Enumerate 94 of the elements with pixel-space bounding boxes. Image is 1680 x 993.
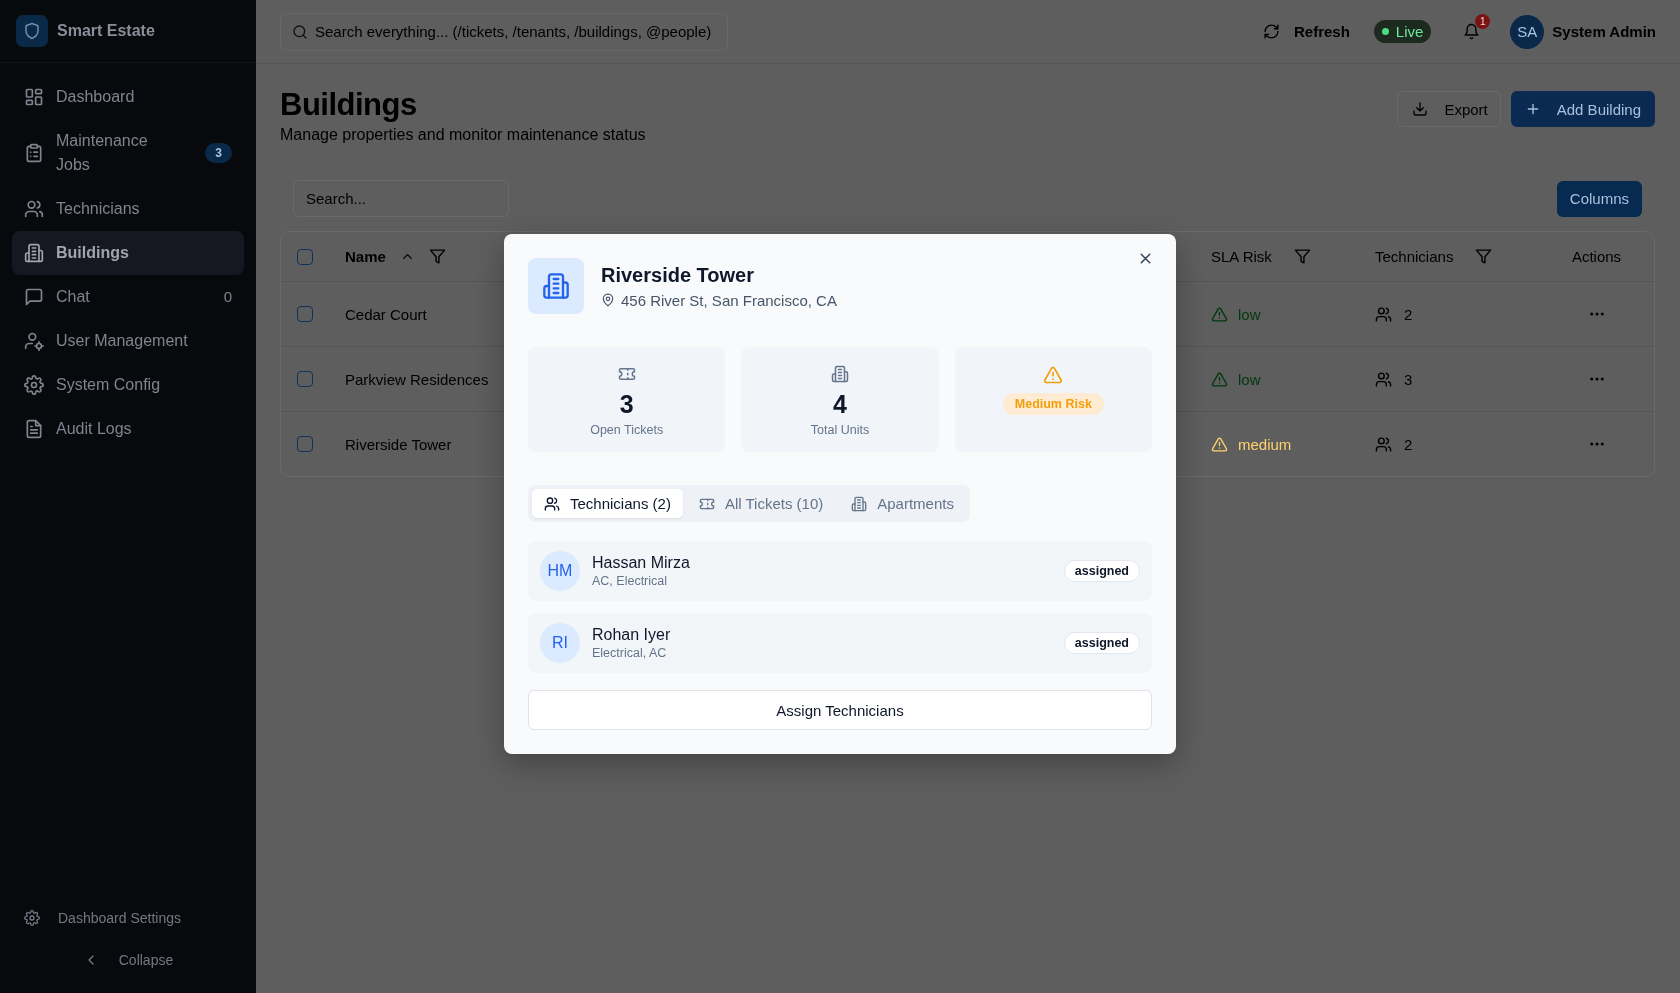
search-icon — [292, 23, 308, 40]
document-icon — [24, 419, 44, 439]
risk-label: low — [1238, 305, 1261, 323]
technician-name: Rohan Iyer — [592, 626, 672, 644]
users-icon — [24, 199, 44, 219]
users-icon — [1375, 435, 1392, 453]
column-header[interactable]: Actions — [1571, 248, 1622, 265]
checkbox[interactable] — [297, 306, 313, 322]
technician-skills: AC, Electrical — [592, 574, 669, 588]
users-icon — [1375, 305, 1392, 323]
brand-name: Smart Estate — [57, 22, 155, 40]
building-icon — [528, 258, 584, 314]
column-header[interactable]: Name — [345, 248, 386, 265]
user-name[interactable]: System Admin — [1552, 23, 1656, 40]
grid-icon — [24, 87, 44, 107]
sidebar-item[interactable]: System Config — [12, 363, 244, 407]
sidebar-item[interactable]: Audit Logs — [12, 407, 244, 451]
sidebar-item[interactable]: Chat 0 — [12, 275, 244, 319]
stat-value: 4 — [833, 389, 847, 419]
warning-icon — [1211, 370, 1228, 388]
stat-label: Total Units — [810, 423, 870, 437]
status-badge: assigned — [1063, 560, 1140, 582]
technician-name: Hassan Mirza — [592, 554, 691, 572]
count-badge: 3 — [205, 143, 232, 163]
refresh-button[interactable]: Refresh — [1252, 17, 1360, 46]
assign-technicians-button[interactable]: Assign Technicians — [528, 690, 1152, 730]
modal-title: Riverside Tower — [601, 263, 756, 287]
checkbox[interactable] — [297, 371, 313, 387]
users-icon — [544, 495, 560, 512]
settings-icon[interactable] — [24, 910, 40, 926]
tab[interactable]: Technicians (2) — [532, 489, 683, 518]
settings-icon — [24, 375, 44, 395]
search-field[interactable]: Search everything... (/tickets, /tenants, /buildings, @people) — [280, 12, 728, 51]
refresh-icon — [1262, 23, 1280, 40]
users-icon — [1375, 370, 1392, 388]
table-cell: 2 — [1404, 435, 1413, 453]
bell-icon[interactable] — [1463, 23, 1481, 40]
avatar[interactable]: SA — [1510, 14, 1545, 49]
table-cell: Parkview Residences — [345, 370, 489, 388]
checkbox[interactable] — [297, 248, 313, 265]
filter-icon[interactable] — [1293, 248, 1311, 265]
page-title: Buildings — [280, 86, 418, 124]
tab[interactable]: All Tickets (10) — [686, 489, 836, 518]
column-header[interactable]: SLA Risk — [1211, 248, 1272, 265]
technician-card[interactable]: RI Rohan Iyer Electrical, AC assigned — [528, 613, 1152, 673]
filter-icon[interactable] — [428, 248, 446, 265]
address-text: 456 River St, San Francisco, CA — [621, 291, 837, 309]
stat-label: Open Tickets — [590, 423, 664, 437]
status-badge: assigned — [1063, 632, 1140, 654]
status-label: Live — [1395, 23, 1424, 40]
warning-icon — [1211, 435, 1228, 453]
unread-count: 0 — [223, 287, 232, 307]
map-pin-icon — [601, 293, 615, 307]
warning-icon — [1043, 365, 1064, 385]
tab[interactable]: Apartments — [839, 489, 966, 518]
ticket-icon — [617, 365, 636, 383]
page-subtitle: Manage properties and monitor maintenance status — [280, 126, 646, 144]
clipboard-icon — [24, 143, 44, 163]
search-field[interactable]: Search... — [293, 180, 509, 217]
avatar: HM — [540, 551, 580, 591]
risk-label: medium — [1238, 435, 1292, 453]
warning-icon — [1211, 305, 1228, 323]
stat-value: 3 — [619, 389, 634, 419]
add-building-button[interactable]: Add Building — [1510, 91, 1655, 127]
table-cell: 2 — [1404, 305, 1413, 323]
column-header[interactable]: Technicians — [1375, 248, 1454, 265]
building-icon — [24, 243, 44, 263]
risk-badge: Medium Risk — [1002, 393, 1104, 415]
sidebar-item[interactable]: Buildings — [12, 231, 244, 275]
building-icon — [831, 365, 849, 383]
avatar: RI — [540, 623, 580, 663]
sidebar-item[interactable]: Technicians — [12, 187, 244, 231]
filter-icon[interactable] — [1475, 248, 1493, 265]
sidebar-item[interactable]: Dashboard — [12, 75, 244, 119]
table-cell: Riverside Tower — [345, 435, 452, 453]
columns-button[interactable]: Columns — [1556, 180, 1642, 217]
technician-skills: Electrical, AC — [592, 646, 668, 660]
collapse-button[interactable]: Collapse — [12, 939, 244, 981]
table-cell: Cedar Court — [345, 305, 427, 323]
user-gear-icon — [24, 331, 44, 351]
download-icon — [1412, 101, 1429, 117]
status-dot — [1381, 28, 1389, 35]
checkbox[interactable] — [297, 436, 313, 452]
risk-label: low — [1238, 370, 1261, 388]
chat-bubble-icon — [24, 287, 44, 307]
logo-icon — [16, 15, 48, 47]
table-cell: 3 — [1404, 370, 1413, 388]
dashboard-settings-link[interactable]: Dashboard Settings — [12, 897, 244, 939]
technician-card[interactable]: HM Hassan Mirza AC, Electrical assigned — [528, 541, 1152, 601]
sidebar-item[interactable]: Maintenance Jobs 3 — [12, 119, 244, 187]
building-icon — [851, 495, 868, 512]
notification-badge: 1 — [1475, 14, 1491, 29]
export-button[interactable]: Export — [1397, 91, 1501, 127]
sidebar-item[interactable]: User Management — [12, 319, 244, 363]
